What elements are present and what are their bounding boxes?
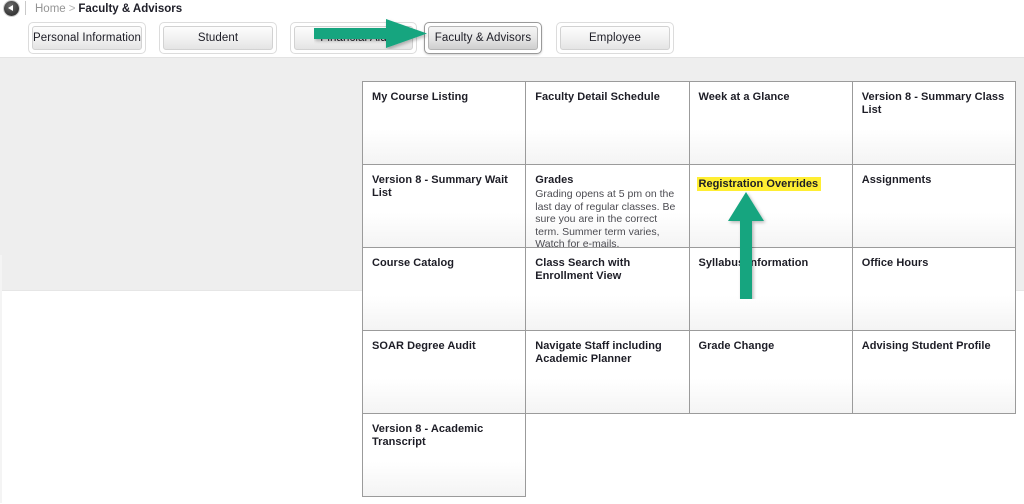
tab-student-label: Student: [198, 32, 238, 44]
menu-cell-title: Grade Change: [699, 340, 844, 353]
menu-grid-row: My Course Listing Faculty Detail Schedule…: [363, 82, 1016, 165]
menu-cell-title: Navigate Staff including Academic Planne…: [535, 340, 680, 366]
menu-cell-title: Week at a Glance: [699, 91, 844, 104]
tab-student-face: Student: [163, 26, 273, 50]
menu-cell-title: Version 8 - Summary Wait List: [372, 174, 517, 200]
menu-cell-course-catalog[interactable]: Course Catalog: [363, 248, 526, 331]
menu-cell-registration-overrides[interactable]: Registration Overrides: [690, 165, 853, 248]
menu-cell-version-8-summary-wait-list[interactable]: Version 8 - Summary Wait List: [363, 165, 526, 248]
menu-cell-faculty-detail-schedule[interactable]: Faculty Detail Schedule: [526, 82, 689, 165]
breadcrumb-bar: Home>Faculty & Advisors: [0, 0, 1024, 19]
menu-cell-title: Advising Student Profile: [862, 340, 1007, 353]
menu-cell-my-course-listing[interactable]: My Course Listing: [363, 82, 526, 165]
tab-employee[interactable]: Employee: [556, 22, 674, 54]
menu-grid-row: SOAR Degree Audit Navigate Staff includin…: [363, 331, 1016, 414]
tab-personal-information[interactable]: Personal Information: [28, 22, 146, 54]
breadcrumb: Home>Faculty & Advisors: [35, 0, 182, 19]
tab-student[interactable]: Student: [159, 22, 277, 54]
menu-cell-office-hours[interactable]: Office Hours: [853, 248, 1016, 331]
menu-grid-row: Version 8 - Academic Transcript: [363, 414, 1016, 497]
menu-cell-title: Version 8 - Academic Transcript: [372, 423, 517, 449]
menu-grid: My Course Listing Faculty Detail Schedule…: [362, 81, 1016, 497]
tab-personal-information-label: Personal Information: [33, 32, 141, 44]
menu-cell-description: Grading opens at 5 pm on the last day of…: [535, 188, 680, 248]
menu-cell-title-highlighted: Registration Overrides: [697, 177, 822, 191]
page-root: Home>Faculty & Advisors Personal Informa…: [0, 0, 1024, 503]
tab-employee-label: Employee: [589, 32, 641, 44]
breadcrumb-divider: [25, 1, 26, 15]
menu-cell-empty: [690, 414, 853, 497]
menu-cell-title: My Course Listing: [372, 91, 517, 104]
menu-cell-title: Grades: [535, 174, 680, 187]
menu-cell-empty: [853, 414, 1016, 497]
menu-cell-syllabus-information[interactable]: Syllabus Information: [690, 248, 853, 331]
menu-cell-week-at-a-glance[interactable]: Week at a Glance: [690, 82, 853, 165]
tab-personal-information-face: Personal Information: [32, 26, 142, 50]
menu-cell-title: SOAR Degree Audit: [372, 340, 517, 353]
menu-grid-row: Version 8 - Summary Wait List GradesGradi…: [363, 165, 1016, 248]
menu-cell-grades[interactable]: GradesGrading opens at 5 pm on the last …: [526, 165, 689, 248]
menu-cell-title: Version 8 - Summary Class List: [862, 91, 1007, 117]
tab-financial-aid[interactable]: Financial Aid: [290, 22, 417, 54]
menu-cell-assignments[interactable]: Assignments: [853, 165, 1016, 248]
menu-cell-empty: [526, 414, 689, 497]
menu-grid-row: Course Catalog Class Search with Enrollme…: [363, 248, 1016, 331]
menu-cell-class-search-with-enrollment-view[interactable]: Class Search with Enrollment View: [526, 248, 689, 331]
menu-cell-title: Faculty Detail Schedule: [535, 91, 680, 104]
tab-employee-face: Employee: [560, 26, 670, 50]
tab-financial-aid-face: Financial Aid: [294, 26, 413, 50]
tab-faculty-and-advisors-label: Faculty & Advisors: [435, 32, 531, 44]
tab-strip: Personal Information Student Financial A…: [0, 19, 1024, 58]
menu-cell-title: Class Search with Enrollment View: [535, 257, 680, 283]
menu-cell-navigate-staff-including-academic-planner[interactable]: Navigate Staff including Academic Planne…: [526, 331, 689, 414]
menu-cell-version-8-academic-transcript[interactable]: Version 8 - Academic Transcript: [363, 414, 526, 497]
tab-financial-aid-label: Financial Aid: [320, 32, 387, 44]
breadcrumb-current: Faculty & Advisors: [78, 3, 182, 15]
back-arrow-circle-icon[interactable]: [4, 1, 19, 16]
breadcrumb-home-link[interactable]: Home: [35, 3, 66, 15]
menu-cell-title: Syllabus Information: [699, 257, 844, 270]
breadcrumb-separator: >: [66, 3, 79, 15]
menu-cell-version-8-summary-class-list[interactable]: Version 8 - Summary Class List: [853, 82, 1016, 165]
left-rail-edge: [0, 255, 2, 503]
menu-cell-title: Course Catalog: [372, 257, 517, 270]
menu-cell-advising-student-profile[interactable]: Advising Student Profile: [853, 331, 1016, 414]
menu-cell-grade-change[interactable]: Grade Change: [690, 331, 853, 414]
tab-faculty-and-advisors[interactable]: Faculty & Advisors: [424, 22, 542, 54]
menu-cell-title: Office Hours: [862, 257, 1007, 270]
tab-faculty-and-advisors-face: Faculty & Advisors: [428, 26, 538, 50]
menu-cell-soar-degree-audit[interactable]: SOAR Degree Audit: [363, 331, 526, 414]
menu-cell-title: Assignments: [862, 174, 1007, 187]
